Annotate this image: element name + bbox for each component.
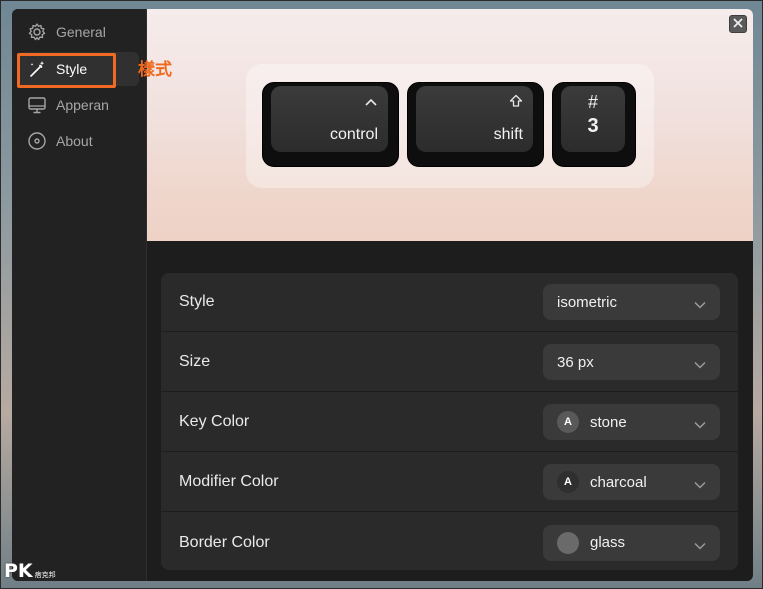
select-value: 36 px <box>557 353 594 371</box>
style-select[interactable]: isometric <box>543 284 720 320</box>
magic-wand-icon <box>26 58 48 80</box>
sidebar-item-style[interactable]: Style <box>18 52 139 86</box>
chevron-down-icon <box>694 476 706 493</box>
watermark: PK 痞克邦 <box>4 560 56 582</box>
color-swatch <box>557 531 579 554</box>
sidebar-item-label: General <box>56 24 106 40</box>
key-label: control <box>329 126 378 143</box>
chevron-down-icon <box>694 416 706 433</box>
keystroke-preview: control shift # 3 <box>147 9 753 241</box>
sidebar-item-label: Apperan <box>56 97 109 113</box>
sidebar-item-label: Style <box>56 61 88 77</box>
watermark-subtext: 痞克邦 <box>34 572 56 579</box>
gear-icon <box>26 21 48 43</box>
setting-label: Size <box>179 353 211 370</box>
sidebar-item-about[interactable]: About <box>18 124 139 158</box>
sidebar-item-label: About <box>56 133 93 149</box>
setting-row-modifier-color: Modifier Color A charcoal <box>161 453 738 512</box>
settings-panel: Style isometric Size 36 px Key Color A s… <box>161 273 738 570</box>
setting-label: Key Color <box>179 413 250 430</box>
setting-label: Border Color <box>179 533 270 551</box>
key-control: control <box>262 82 399 167</box>
chevron-down-icon <box>694 296 706 313</box>
key-shift: shift <box>407 82 544 167</box>
sidebar-item-apperan[interactable]: Apperan <box>18 88 139 122</box>
style-annotation: 樣式 <box>138 60 172 80</box>
setting-row-size: Size 36 px <box>161 333 738 392</box>
caret-up-icon <box>364 94 378 110</box>
color-swatch: A <box>557 471 579 493</box>
settings-window: General Style Apperan About control shif… <box>12 9 753 581</box>
monitor-icon <box>26 94 48 116</box>
key-3: # 3 <box>552 82 636 167</box>
chevron-down-icon <box>694 537 706 554</box>
close-button[interactable] <box>729 15 747 33</box>
select-value: isometric <box>557 293 618 311</box>
modifier-color-select[interactable]: A charcoal <box>543 464 720 500</box>
setting-row-key-color: Key Color A stone <box>161 393 738 452</box>
shift-arrow-icon <box>509 94 523 111</box>
sidebar: General Style Apperan About <box>12 9 147 581</box>
setting-label: Style <box>179 293 215 310</box>
setting-row-border-color: Border Color glass <box>161 513 738 570</box>
setting-label: Modifier Color <box>179 473 279 490</box>
key-label: 3 <box>587 115 599 137</box>
info-circle-icon <box>26 130 48 152</box>
close-icon <box>733 15 743 33</box>
chevron-down-icon <box>694 356 706 373</box>
border-color-select[interactable]: glass <box>543 524 720 561</box>
color-swatch: A <box>557 411 579 433</box>
key-label: shift <box>493 126 523 143</box>
sidebar-item-general[interactable]: General <box>18 15 139 49</box>
setting-row-style: Style isometric <box>161 273 738 332</box>
size-select[interactable]: 36 px <box>543 344 720 380</box>
key-symbol: # <box>587 92 598 112</box>
select-value: stone <box>590 413 627 431</box>
watermark-logo: PK <box>4 560 33 582</box>
key-color-select[interactable]: A stone <box>543 404 720 440</box>
select-value: glass <box>590 534 626 551</box>
select-value: charcoal <box>590 473 647 491</box>
